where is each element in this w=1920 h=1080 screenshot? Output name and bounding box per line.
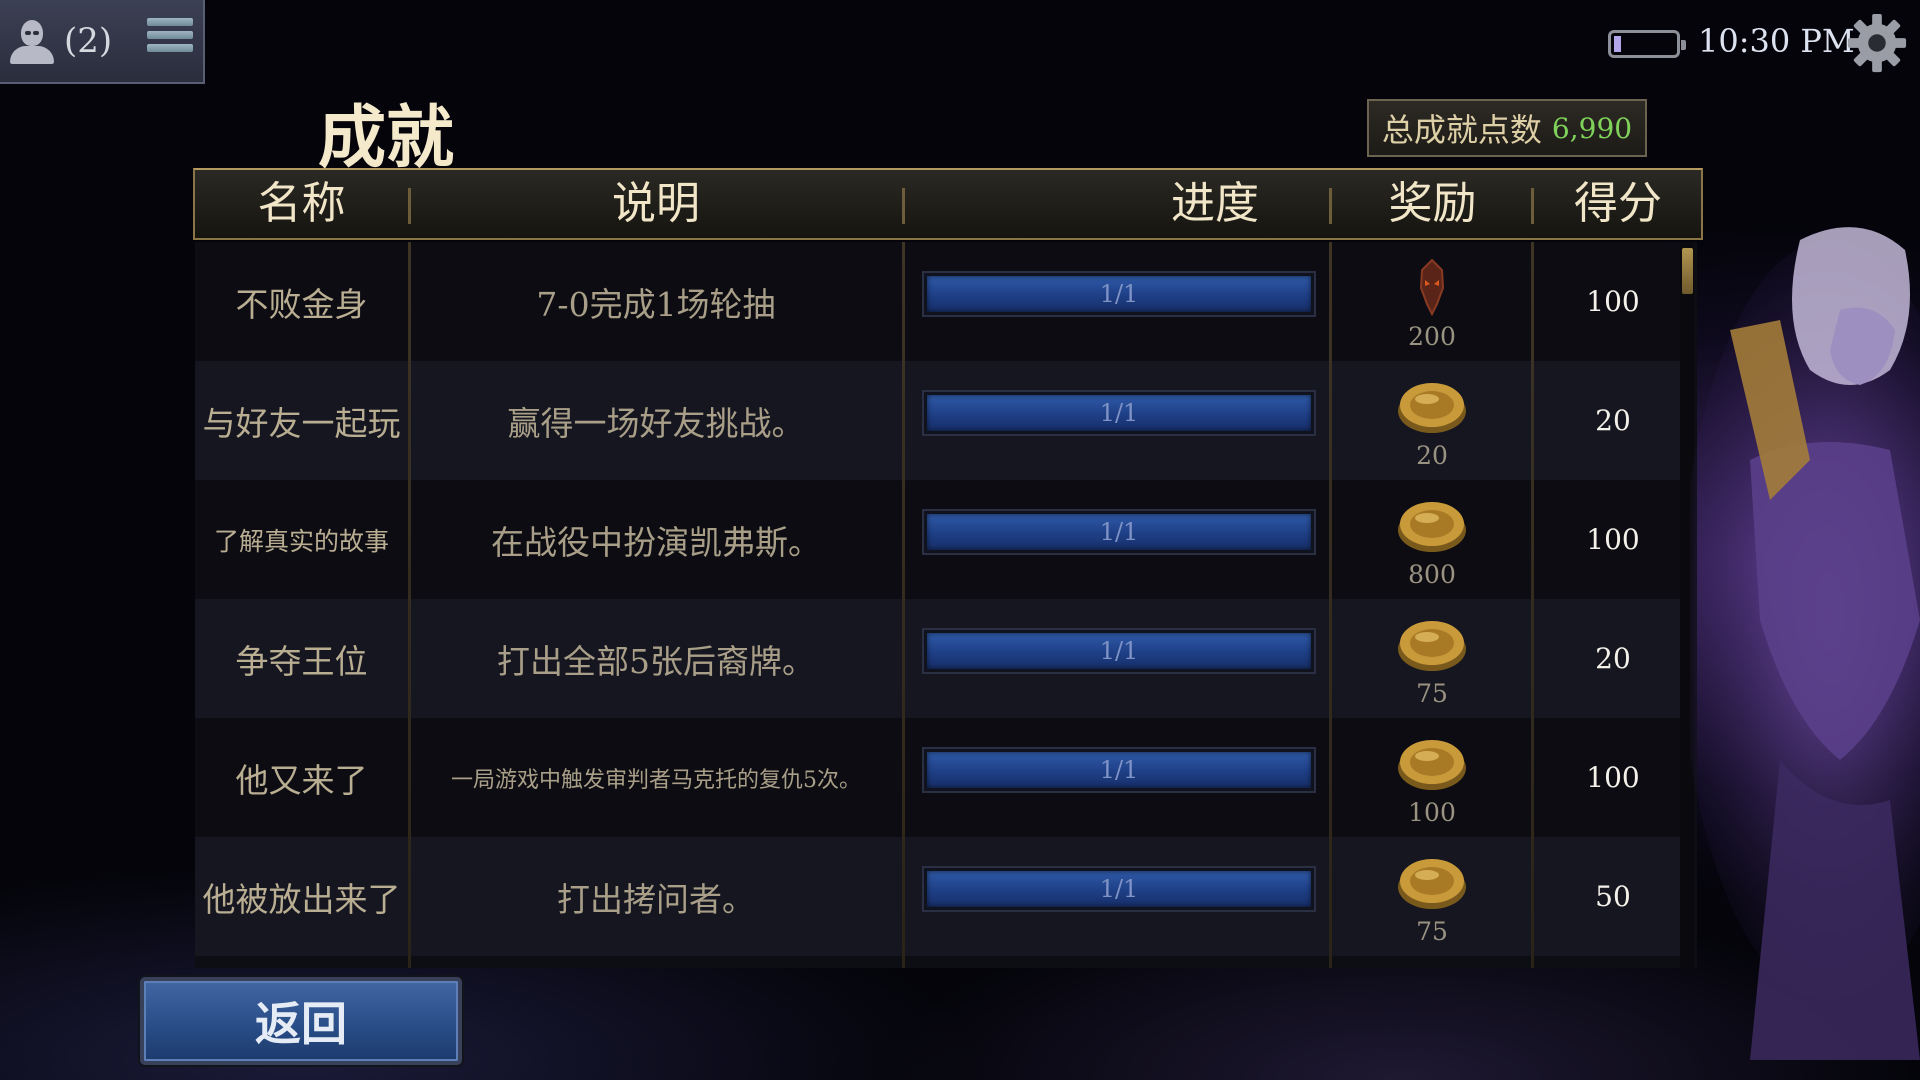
gold-coin-icon [1398,859,1466,909]
reward-amount: 100 [1408,798,1456,827]
table-row[interactable]: 争夺王位 打出全部5张后裔牌。 1/1 75 20 [195,599,1680,718]
achievement-score: 100 [1586,761,1640,794]
column-divider [408,242,411,968]
reward-amount: 200 [1408,322,1456,351]
achievement-score: 20 [1595,404,1631,437]
achievement-description: 7-0完成1场轮抽 [536,284,776,324]
reward-amount: 75 [1416,917,1448,946]
battery-icon [1608,30,1686,58]
achievement-description: 打出全部5张后裔牌。 [497,641,815,681]
friend-count[interactable]: (2) [64,21,112,61]
progress-bar: 1/1 [922,866,1316,912]
column-divider [902,242,905,968]
column-divider [1531,242,1534,968]
profile-panel: (2) [0,0,205,84]
menu-icon[interactable] [147,18,193,60]
table-row[interactable]: 了解真实的故事 在战役中扮演凯弗斯。 1/1 800 100 [195,480,1680,599]
achievement-name: 不败金身 [235,284,368,324]
column-header-name[interactable]: 名称 [195,170,408,238]
total-points-value: 6,990 [1551,111,1633,145]
battery-level [1614,36,1621,52]
achievement-description: 赢得一场好友挑战。 [507,403,805,443]
achievement-description: 在战役中扮演凯弗斯。 [491,522,821,562]
progress-bar: 1/1 [922,390,1316,436]
table-row[interactable]: 他被放出来了 打出拷问者。 1/1 75 50 [195,837,1680,956]
achievement-name: 他被放出来了 [202,879,401,919]
progress-text: 1/1 [1099,637,1139,665]
column-header-score[interactable]: 得分 [1534,170,1702,238]
progress-text: 1/1 [1099,518,1139,546]
gold-coin-icon [1398,621,1466,671]
column-header-reward[interactable]: 奖励 [1332,170,1533,238]
clock: 10:30 PM [1698,22,1855,60]
achievement-name: 与好友一起玩 [202,403,401,443]
achievement-score: 50 [1595,880,1631,913]
back-button[interactable]: 返回 [140,977,462,1065]
reward-amount: 800 [1408,560,1456,589]
progress-bar: 1/1 [922,271,1316,317]
page-title: 成就 [318,98,455,178]
achievement-description: 一局游戏中触发审判者马克托的复仇5次。 [451,767,861,793]
progress-text: 1/1 [1099,399,1139,427]
gold-coin-icon [1398,383,1466,433]
table-row[interactable]: 他又来了 一局游戏中触发审判者马克托的复仇5次。 1/1 100 100 [195,718,1680,837]
mask-icon [1419,258,1445,316]
total-points-box: 总成就点数 6,990 [1367,99,1647,157]
column-divider [1329,242,1332,968]
achievement-score: 100 [1586,523,1640,556]
table-row[interactable]: 不败金身 7-0完成1场轮抽 1/1 200 100 [195,242,1680,361]
achievement-description: 打出拷问者。 [557,879,755,919]
progress-text: 1/1 [1099,756,1139,784]
progress-bar: 1/1 [922,747,1316,793]
table-header: 名称 说明 进度 奖励 得分 [193,168,1703,240]
achievement-name: 争夺王位 [235,641,368,681]
friends-icon[interactable] [6,16,58,66]
column-header-description[interactable]: 说明 [411,170,901,238]
achievement-name: 了解真实的故事 [213,526,389,556]
achievement-list[interactable]: 不败金身 7-0完成1场轮抽 1/1 200 100 与好友一起玩 赢得一场好友… [195,242,1697,968]
progress-text: 1/1 [1099,280,1139,308]
reward-amount: 20 [1416,441,1448,470]
progress-bar: 1/1 [922,509,1316,555]
total-points-label: 总成就点数 [1381,111,1542,149]
table-row[interactable]: 与好友一起玩 赢得一场好友挑战。 1/1 20 20 [195,361,1680,480]
achievement-name: 他又来了 [235,760,368,800]
reward-amount: 75 [1416,679,1448,708]
gold-coin-icon [1398,502,1466,552]
progress-bar: 1/1 [922,628,1316,674]
progress-text: 1/1 [1099,875,1139,903]
character-artwork [1690,227,1920,1060]
achievement-score: 100 [1586,285,1640,318]
gold-coin-icon [1398,740,1466,790]
achievement-score: 20 [1595,642,1631,675]
gear-icon[interactable] [1846,12,1908,74]
